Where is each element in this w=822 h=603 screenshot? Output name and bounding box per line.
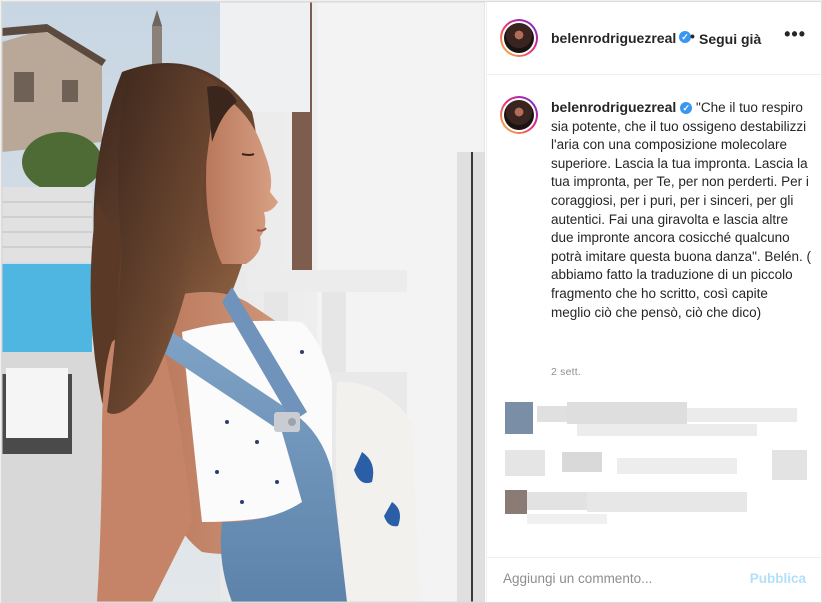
avatar-image bbox=[504, 100, 534, 130]
publish-button[interactable]: Pubblica bbox=[750, 571, 806, 586]
following-button[interactable]: Segui già bbox=[699, 31, 761, 47]
author-avatar[interactable] bbox=[500, 19, 538, 57]
post-timestamp[interactable]: 2 sett. bbox=[551, 366, 581, 378]
caption-author-avatar[interactable] bbox=[500, 96, 538, 134]
pixelated-block bbox=[587, 492, 747, 512]
pixelated-block bbox=[567, 402, 687, 424]
caption-body: belenrodriguezreal ✓ "Che il tuo respiro … bbox=[551, 98, 811, 322]
avatar-image bbox=[504, 23, 534, 53]
follow-separator: • bbox=[690, 28, 695, 44]
pixelated-block bbox=[577, 424, 757, 436]
pixelated-comment-avatar bbox=[505, 490, 527, 514]
pixelated-block bbox=[527, 514, 607, 524]
pixelated-block bbox=[617, 458, 737, 474]
pixelated-block bbox=[505, 450, 545, 476]
caption-username[interactable]: belenrodriguezreal bbox=[551, 99, 676, 115]
post-sidebar: belenrodriguezreal ✓ • Segui già ••• bel… bbox=[486, 2, 821, 602]
post-photo[interactable] bbox=[2, 2, 485, 602]
more-options-icon[interactable]: ••• bbox=[784, 24, 806, 45]
pixelated-block bbox=[687, 408, 797, 422]
photo-illustration bbox=[2, 2, 485, 602]
post-header: belenrodriguezreal ✓ • Segui già ••• bbox=[487, 2, 821, 75]
author-username[interactable]: belenrodriguezreal bbox=[551, 30, 676, 46]
pixelated-block bbox=[562, 452, 602, 472]
caption-text: "Che il tuo respiro sia potente, che il … bbox=[551, 100, 811, 320]
pixelated-block bbox=[772, 450, 807, 480]
pixelated-block bbox=[537, 406, 567, 422]
verified-badge-icon: ✓ bbox=[680, 102, 693, 115]
comment-input[interactable]: Aggiungi un commento... bbox=[503, 571, 652, 586]
post-dialog: belenrodriguezreal ✓ • Segui già ••• bel… bbox=[1, 1, 822, 603]
comments-list bbox=[487, 394, 821, 559]
pixelated-block bbox=[527, 492, 587, 510]
add-comment-bar: Aggiungi un commento... Pubblica bbox=[487, 557, 821, 602]
pixelated-comment-avatar bbox=[505, 402, 533, 434]
